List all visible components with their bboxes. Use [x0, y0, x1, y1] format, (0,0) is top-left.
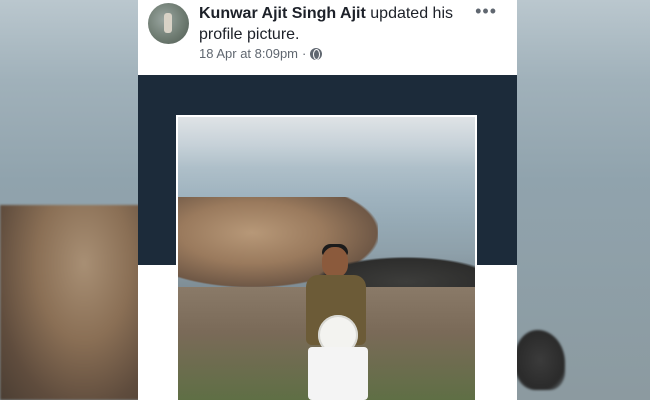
avatar[interactable] — [148, 3, 189, 44]
post-card: Kunwar Ajit Singh Ajit updated his profi… — [138, 0, 517, 400]
person-head — [322, 247, 348, 277]
globe-icon[interactable] — [310, 47, 323, 60]
author-name[interactable]: Kunwar Ajit Singh Ajit — [199, 5, 366, 22]
profile-photo-image — [178, 117, 475, 400]
post-header: Kunwar Ajit Singh Ajit updated his profi… — [138, 0, 517, 75]
photo-person — [296, 244, 376, 400]
post-title: Kunwar Ajit Singh Ajit updated his profi… — [199, 3, 469, 45]
more-options-icon[interactable]: ••• — [475, 2, 497, 20]
post-meta: 18 Apr at 8:09pm · — [199, 46, 323, 61]
background-rocks — [0, 205, 140, 400]
timestamp[interactable]: 18 Apr at 8:09pm — [199, 46, 298, 61]
profile-picture[interactable] — [176, 115, 477, 400]
meta-separator: · — [302, 46, 307, 61]
person-pants — [308, 347, 368, 400]
